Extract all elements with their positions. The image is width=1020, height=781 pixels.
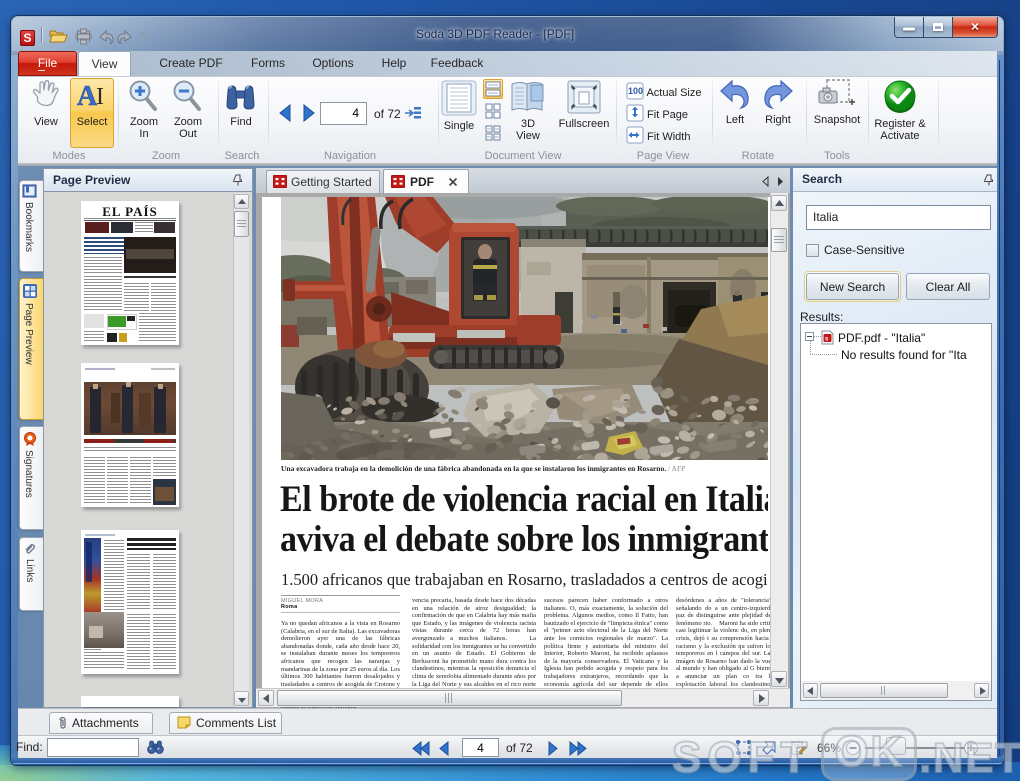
svg-text:A: A: [77, 81, 98, 112]
svg-text:I: I: [96, 84, 104, 110]
svg-text:100: 100: [628, 86, 643, 96]
